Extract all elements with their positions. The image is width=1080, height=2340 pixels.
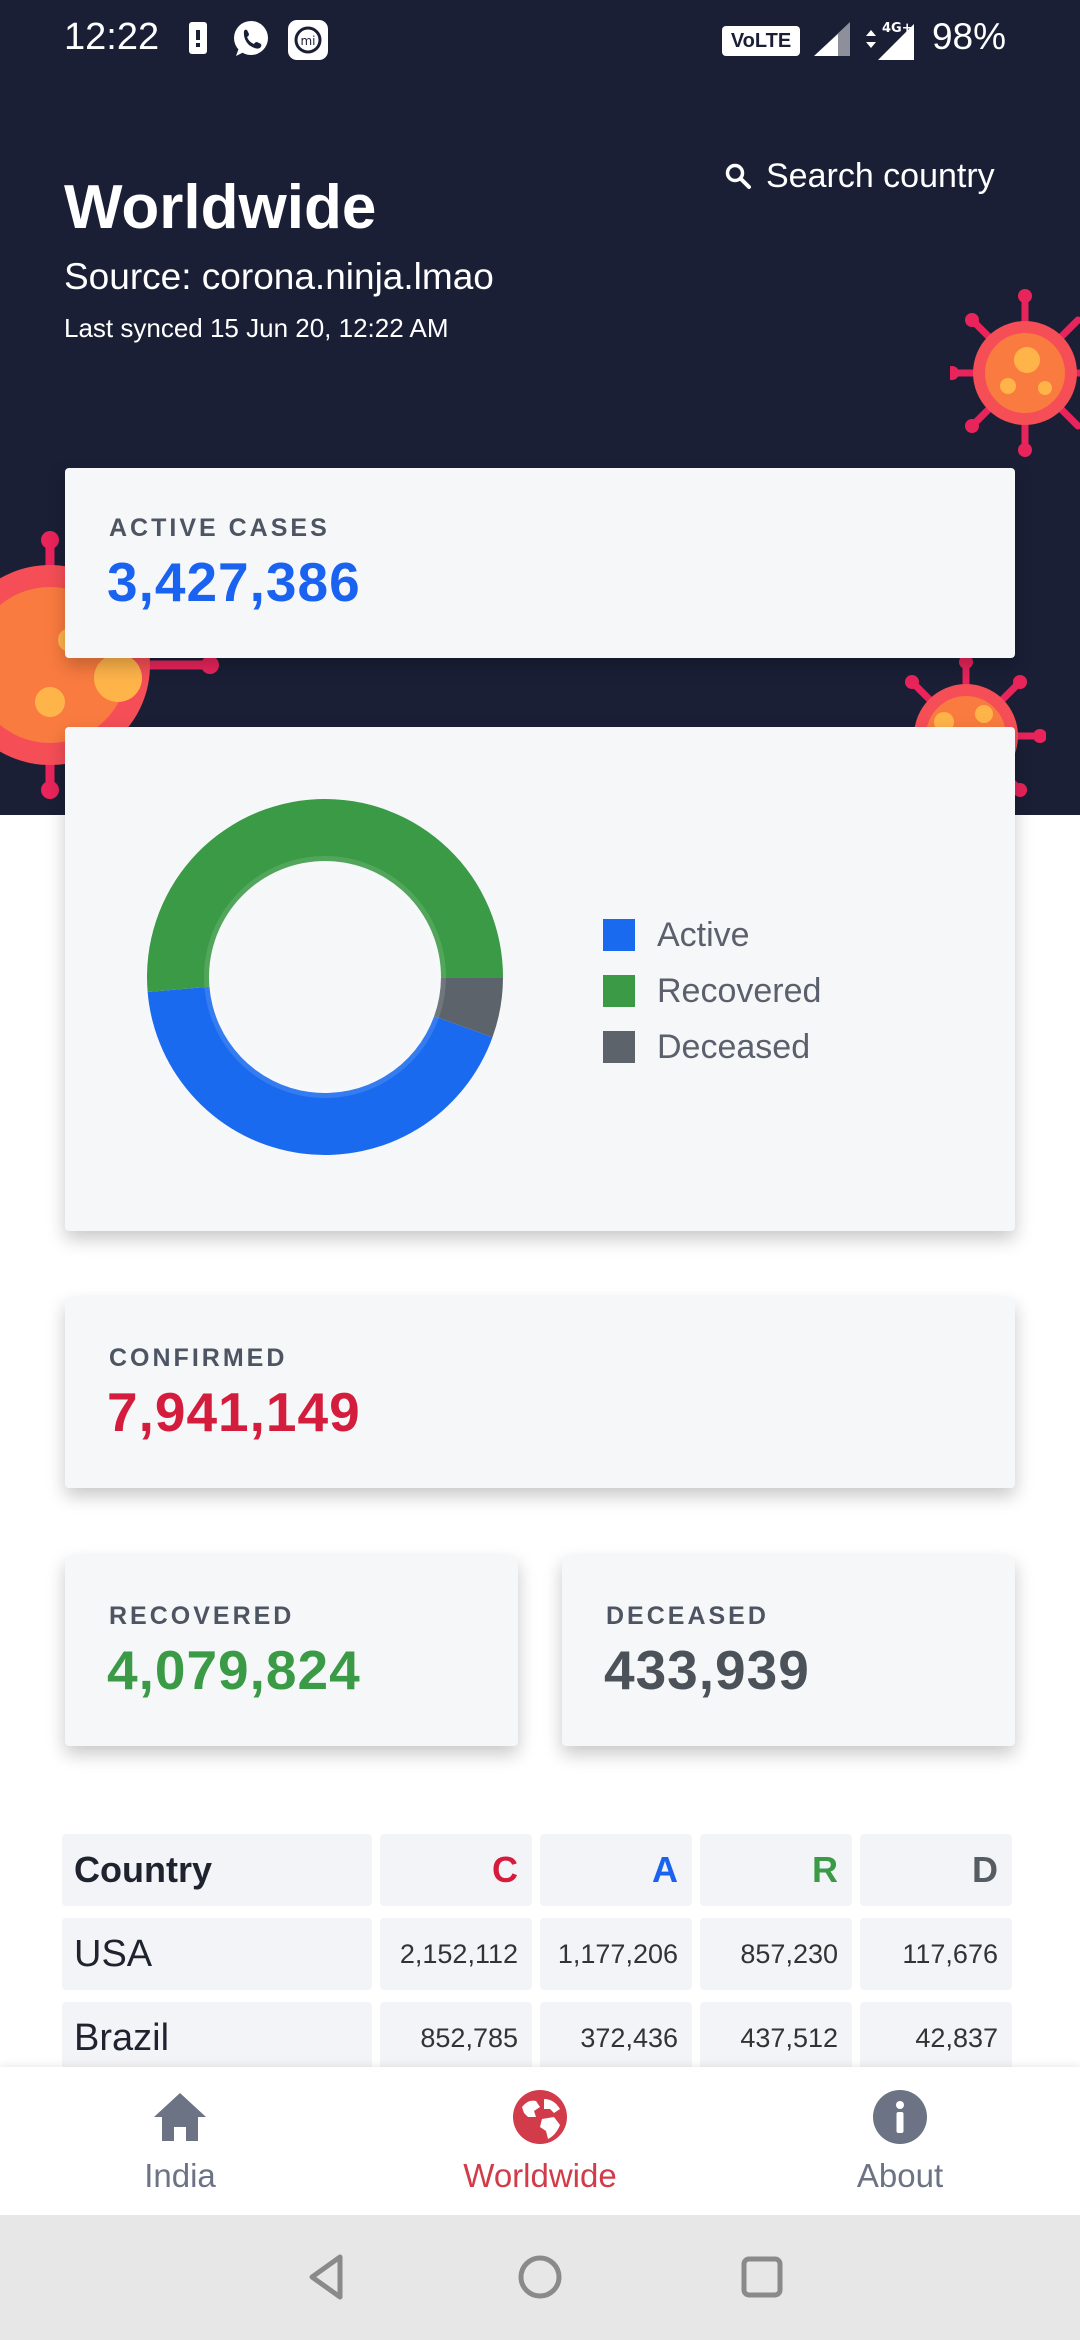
donut-inner-ring bbox=[204, 856, 446, 1098]
info-icon bbox=[873, 2090, 927, 2144]
bottom-navigation: India Worldwide About bbox=[0, 2067, 1080, 2215]
nav-label-india: India bbox=[144, 2157, 216, 2194]
active-cases-label: ACTIVE CASES bbox=[109, 514, 330, 542]
table-header-row: Country C A R D bbox=[62, 1834, 1018, 1906]
recovered-cell: 857,230 bbox=[700, 1918, 852, 1990]
search-icon bbox=[725, 163, 751, 189]
active-cases-card: ACTIVE CASES 3,427,386 bbox=[65, 468, 1015, 658]
search-country-label: Search country bbox=[766, 156, 995, 195]
recovered-value: 4,079,824 bbox=[107, 1639, 361, 1701]
confirmed-card: CONFIRMED 7,941,149 bbox=[65, 1298, 1015, 1488]
signal-icon bbox=[814, 22, 850, 56]
signal-4g-icon: 4G+ bbox=[866, 21, 914, 60]
nav-item-about[interactable]: About bbox=[720, 2067, 1080, 2215]
recents-icon[interactable] bbox=[730, 2245, 794, 2309]
status-time: 12:22 bbox=[64, 16, 160, 58]
mi-app-icon: mi bbox=[288, 20, 328, 60]
country-name: Brazil bbox=[62, 2002, 372, 2074]
legend-label-recovered: Recovered bbox=[657, 971, 822, 1010]
legend-swatch-recovered bbox=[603, 975, 635, 1007]
header-confirmed[interactable]: C bbox=[380, 1834, 532, 1906]
data-source: Source: corona.ninja.lmao bbox=[64, 256, 494, 297]
recovered-label: RECOVERED bbox=[109, 1602, 295, 1630]
deceased-label: DECEASED bbox=[606, 1602, 769, 1630]
confirmed-cell: 2,152,112 bbox=[380, 1918, 532, 1990]
virus-icon bbox=[950, 289, 1080, 457]
system-navigation-bar bbox=[0, 2215, 1080, 2340]
legend-label-active: Active bbox=[657, 915, 750, 954]
search-country-button[interactable]: Search country bbox=[724, 154, 995, 198]
deceased-card: DECEASED 433,939 bbox=[562, 1556, 1015, 1746]
active-cases-value: 3,427,386 bbox=[107, 551, 361, 613]
legend-swatch-active bbox=[603, 919, 635, 951]
country-name: USA bbox=[62, 1918, 372, 1990]
last-synced: Last synced 15 Jun 20, 12:22 AM bbox=[64, 313, 449, 343]
recovered-card: RECOVERED 4,079,824 bbox=[65, 1556, 518, 1746]
country-table: Country C A R D USA 2,152,112 1,177,206 … bbox=[62, 1834, 1018, 2086]
home-icon bbox=[154, 2093, 206, 2141]
table-row[interactable]: USA 2,152,112 1,177,206 857,230 117,676 bbox=[62, 1918, 1018, 1990]
active-cell: 372,436 bbox=[540, 2002, 692, 2074]
network-type-label: 4G+ bbox=[882, 21, 913, 36]
legend-item-active: Active bbox=[603, 907, 821, 963]
active-cell: 1,177,206 bbox=[540, 1918, 692, 1990]
deceased-cell: 117,676 bbox=[860, 1918, 1012, 1990]
donut-slice-recovered bbox=[146, 798, 503, 992]
volte-badge: VoLTE bbox=[722, 26, 800, 56]
cases-donut-chart bbox=[146, 798, 503, 1155]
confirmed-value: 7,941,149 bbox=[107, 1381, 361, 1443]
header-deceased[interactable]: D bbox=[860, 1834, 1012, 1906]
header-country[interactable]: Country bbox=[62, 1834, 372, 1906]
nav-item-worldwide[interactable]: Worldwide bbox=[360, 2067, 720, 2215]
phone-alert-icon bbox=[189, 22, 207, 54]
nav-label-about: About bbox=[856, 2157, 944, 2194]
nav-item-india[interactable]: India bbox=[0, 2067, 360, 2215]
legend-swatch-deceased bbox=[603, 1031, 635, 1063]
page-title: Worldwide bbox=[64, 173, 377, 242]
header-recovered[interactable]: R bbox=[700, 1834, 852, 1906]
globe-icon bbox=[513, 2090, 567, 2144]
confirmed-cell: 852,785 bbox=[380, 2002, 532, 2074]
table-row[interactable]: Brazil 852,785 372,436 437,512 42,837 bbox=[62, 2002, 1018, 2074]
cases-chart-card: Active Recovered Deceased bbox=[65, 727, 1015, 1231]
whatsapp-icon bbox=[234, 21, 268, 56]
status-bar: 12:22 mi VoLTE 4G+ 98% bbox=[0, 0, 1080, 80]
svg-text:mi: mi bbox=[300, 34, 315, 48]
header-active[interactable]: A bbox=[540, 1834, 692, 1906]
battery-percentage: 98% bbox=[931, 16, 1006, 57]
nav-label-worldwide: Worldwide bbox=[463, 2157, 617, 2194]
deceased-value: 433,939 bbox=[604, 1639, 810, 1701]
confirmed-label: CONFIRMED bbox=[109, 1344, 288, 1372]
legend-item-recovered: Recovered bbox=[603, 963, 821, 1019]
legend-label-deceased: Deceased bbox=[657, 1027, 811, 1066]
chart-legend: Active Recovered Deceased bbox=[603, 907, 821, 1075]
deceased-cell: 42,837 bbox=[860, 2002, 1012, 2074]
back-icon[interactable] bbox=[296, 2245, 360, 2309]
legend-item-deceased: Deceased bbox=[603, 1019, 821, 1075]
recovered-cell: 437,512 bbox=[700, 2002, 852, 2074]
home-circle-icon[interactable] bbox=[508, 2245, 572, 2309]
